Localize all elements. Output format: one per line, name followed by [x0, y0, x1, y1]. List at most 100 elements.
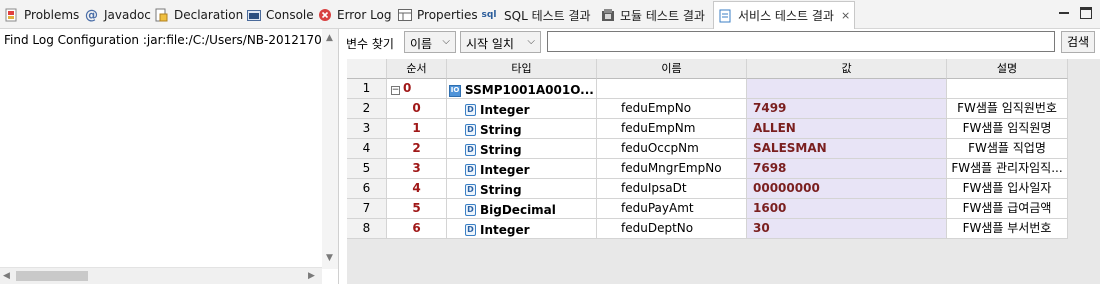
table-row[interactable]: 2 0 D Integer feduEmpNo 7499 FW샘플 임직원번호	[347, 99, 1068, 119]
data-field-icon: D	[465, 224, 476, 236]
seq-value: 4	[412, 181, 421, 195]
desc-cell: FW샘플 임직원명	[947, 119, 1068, 139]
tab-service-test-result[interactable]: 서비스 테스트 결과 ⨯	[713, 1, 856, 29]
scroll-down-icon[interactable]: ▼	[326, 253, 333, 263]
name-cell	[597, 79, 747, 99]
scroll-left-icon[interactable]: ◀	[3, 271, 10, 281]
header-type[interactable]: 타입	[447, 59, 597, 79]
name-cell: feduPayAmt	[597, 199, 747, 219]
value-cell[interactable]	[747, 79, 947, 99]
log-text: Find Log Configuration :jar:file:/C:/Use…	[4, 33, 322, 47]
value-cell[interactable]: 30	[747, 219, 947, 239]
close-tab-icon[interactable]: ⨯	[841, 9, 850, 22]
view-tab-bar: Problems @ Javadoc Declaration Console E…	[0, 0, 1100, 29]
horizontal-scrollbar[interactable]: ◀ ▶	[0, 267, 322, 284]
tab-sql-test-result[interactable]: sql SQL 테스트 결과	[475, 2, 595, 28]
table-row-root[interactable]: 1 −0 IO SSMP1001A001O...	[347, 79, 1068, 99]
value-cell[interactable]: SALESMAN	[747, 139, 947, 159]
seq-cell: 4	[387, 179, 447, 199]
tab-label: 모듈 테스트 결과	[620, 8, 705, 23]
header-seq[interactable]: 순서	[387, 59, 447, 79]
type-value: String	[480, 182, 522, 197]
row-number: 7	[347, 199, 387, 219]
value-cell[interactable]: ALLEN	[747, 119, 947, 139]
maximize-view-button[interactable]	[1080, 7, 1092, 19]
value-cell[interactable]: 1600	[747, 199, 947, 219]
table-row[interactable]: 7 5 D BigDecimal feduPayAmt 1600 FW샘플 급여금액	[347, 199, 1068, 219]
table-row[interactable]: 5 3 D Integer feduMngrEmpNo 7698 FW샘플 관리자임직...	[347, 159, 1068, 179]
collapse-toggle-icon[interactable]: −	[391, 86, 400, 95]
name-cell: feduEmpNm	[597, 119, 747, 139]
seq-cell: 0	[387, 99, 447, 119]
data-field-icon: D	[465, 184, 476, 196]
tab-label: Problems	[24, 8, 80, 22]
seq-cell: −0	[387, 79, 447, 99]
type-cell: IO SSMP1001A001O...	[447, 79, 597, 99]
tab-problems[interactable]: Problems	[0, 2, 83, 28]
value-cell[interactable]: 00000000	[747, 179, 947, 199]
table-row[interactable]: 4 2 D String feduOccpNm SALESMAN FW샘플 직업명	[347, 139, 1068, 159]
vertical-scrollbar[interactable]: ▲ ▼	[322, 29, 338, 269]
type-cell: D Integer	[447, 159, 597, 179]
desc-cell: FW샘플 관리자임직...	[947, 159, 1068, 179]
horizontal-scroll-thumb[interactable]	[16, 271, 88, 281]
search-button[interactable]: 검색	[1061, 31, 1095, 53]
type-cell: D String	[447, 179, 597, 199]
tab-error-log[interactable]: Error Log	[313, 2, 396, 28]
tab-javadoc[interactable]: @ Javadoc	[80, 2, 155, 28]
value-cell[interactable]: 7698	[747, 159, 947, 179]
row-number: 5	[347, 159, 387, 179]
row-number: 4	[347, 139, 387, 159]
seq-value: 5	[412, 201, 421, 215]
data-field-icon: D	[465, 124, 476, 136]
log-pane: Find Log Configuration :jar:file:/C:/Use…	[0, 29, 339, 284]
seq-value: 6	[412, 221, 421, 235]
name-cell: feduEmpNo	[597, 99, 747, 119]
match-mode-value: 시작 일치	[466, 37, 514, 51]
desc-cell: FW샘플 부서번호	[947, 219, 1068, 239]
io-object-icon: IO	[449, 84, 461, 97]
header-name[interactable]: 이름	[597, 59, 747, 79]
table-row[interactable]: 3 1 D String feduEmpNm ALLEN FW샘플 임직원명	[347, 119, 1068, 139]
variable-search-bar: 변수 찾기 이름 ⌵ 시작 일치 ⌵ 검색	[343, 30, 1100, 54]
row-number: 8	[347, 219, 387, 239]
console-icon	[246, 8, 261, 23]
seq-value: 3	[412, 161, 421, 175]
desc-cell: FW샘플 직업명	[947, 139, 1068, 159]
tab-label: Properties	[417, 8, 478, 22]
tab-label: SQL 테스트 결과	[504, 8, 591, 23]
tab-module-test-result[interactable]: 모듈 테스트 결과	[596, 2, 709, 28]
minimize-view-button[interactable]	[1058, 7, 1070, 19]
declaration-icon	[154, 8, 169, 23]
data-field-icon: D	[465, 204, 476, 216]
header-value[interactable]: 값	[747, 59, 947, 79]
grid-header-row: 순서 타입 이름 값 설명	[347, 59, 1068, 79]
tab-label: Console	[266, 8, 314, 22]
value-cell[interactable]: 7499	[747, 99, 947, 119]
chevron-down-icon: ⌵	[527, 36, 535, 47]
sql-icon: sql	[481, 10, 497, 20]
header-desc[interactable]: 설명	[947, 59, 1068, 79]
seq-value: 2	[412, 141, 421, 155]
module-icon	[600, 8, 615, 23]
chevron-down-icon: ⌵	[442, 36, 450, 47]
row-number: 2	[347, 99, 387, 119]
table-row[interactable]: 8 6 D Integer feduDeptNo 30 FW샘플 부서번호	[347, 219, 1068, 239]
tab-console[interactable]: Console	[242, 2, 318, 28]
desc-cell: FW샘플 임직원번호	[947, 99, 1068, 119]
tab-declaration[interactable]: Declaration	[150, 2, 247, 28]
tab-properties[interactable]: Properties	[393, 2, 482, 28]
tab-label: Declaration	[174, 8, 244, 22]
seq-value: 0	[403, 81, 412, 95]
table-row[interactable]: 6 4 D String feduIpsaDt 00000000 FW샘플 입사일자	[347, 179, 1068, 199]
tab-label: Error Log	[337, 8, 392, 22]
scroll-up-icon[interactable]: ▲	[326, 33, 333, 43]
scroll-right-icon[interactable]: ▶	[308, 271, 315, 281]
search-field-select[interactable]: 이름 ⌵	[404, 31, 456, 53]
search-input[interactable]	[547, 31, 1055, 52]
match-mode-select[interactable]: 시작 일치 ⌵	[460, 31, 541, 53]
search-label: 변수 찾기	[346, 37, 394, 51]
seq-value: 0	[412, 101, 421, 115]
seq-cell: 3	[387, 159, 447, 179]
seq-cell: 1	[387, 119, 447, 139]
